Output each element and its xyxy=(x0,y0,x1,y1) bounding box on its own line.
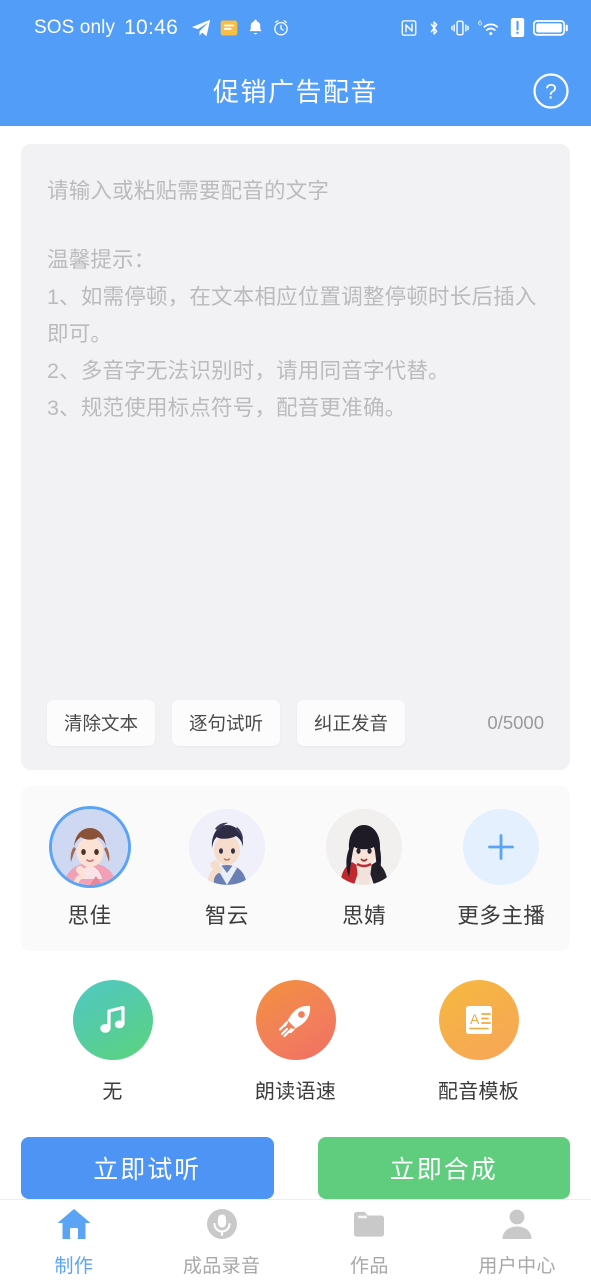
feature-row: 无 朗读语速 A 配音模板 xyxy=(21,980,570,1104)
plus-icon xyxy=(463,809,540,885)
alert-icon xyxy=(510,18,525,37)
editor-toolbar: 清除文本 逐句试听 纠正发音 0/5000 xyxy=(47,700,544,746)
avatar xyxy=(188,809,265,885)
svg-text:?: ? xyxy=(545,80,557,103)
bluetooth-icon xyxy=(426,18,442,38)
compose-button[interactable]: 立即合成 xyxy=(317,1137,570,1199)
fix-pronunciation-button[interactable]: 纠正发音 xyxy=(297,700,406,746)
nav-label: 作品 xyxy=(349,1256,389,1277)
character-counter: 0/5000 xyxy=(487,712,544,733)
speaker-item-sijing[interactable]: 思婧 xyxy=(305,809,423,930)
bell-icon xyxy=(246,18,265,37)
nav-item-create[interactable]: 制作 xyxy=(0,1204,148,1278)
editor-placeholder: 请输入或粘贴需要配音的文字 温馨提示： 1、如需停顿，在文本相应位置调整停顿时长… xyxy=(47,173,544,427)
placeholder-tip-3: 3、规范使用标点符号，配音更准确。 xyxy=(47,396,407,420)
sentence-preview-button[interactable]: 逐句试听 xyxy=(172,700,281,746)
placeholder-tip-1: 1、如需停顿，在文本相应位置调整停顿时长后插入即可。 xyxy=(47,285,537,346)
placeholder-tip-2: 2、多音字无法识别时，请用同音字代替。 xyxy=(47,359,450,383)
main-content: 请输入或粘贴需要配音的文字 温馨提示： 1、如需停顿，在文本相应位置调整停顿时长… xyxy=(0,126,591,1199)
battery-icon xyxy=(533,18,569,38)
mic-icon xyxy=(204,1204,240,1244)
person-icon xyxy=(499,1204,535,1244)
nav-item-recordings[interactable]: 成品录音 xyxy=(148,1204,296,1278)
feature-label: 朗读语速 xyxy=(254,1081,337,1103)
speaker-name: 更多主播 xyxy=(457,904,546,928)
feature-speech-rate[interactable]: 朗读语速 xyxy=(204,980,387,1104)
speaker-name: 思婧 xyxy=(342,904,387,928)
nfc-icon xyxy=(400,19,418,37)
message-icon xyxy=(219,18,239,38)
question-circle-icon[interactable]: ? xyxy=(532,72,570,110)
status-bar-right: 6 xyxy=(400,18,569,38)
feature-label: 配音模板 xyxy=(437,1081,520,1103)
nav-item-profile[interactable]: 用户中心 xyxy=(443,1204,591,1278)
status-bar: SOS only 10:46 6 xyxy=(0,0,591,55)
clear-text-button[interactable]: 清除文本 xyxy=(47,700,156,746)
feature-label: 无 xyxy=(102,1081,123,1103)
speaker-name: 智云 xyxy=(204,904,249,928)
home-icon xyxy=(55,1204,93,1244)
vibrate-icon xyxy=(450,18,470,38)
avatar xyxy=(51,809,128,885)
speaker-name: 思佳 xyxy=(67,904,112,928)
telegram-icon xyxy=(190,17,212,39)
app-header: 促销广告配音 ? xyxy=(0,55,591,126)
rocket-icon xyxy=(255,980,336,1060)
avatar xyxy=(326,809,403,885)
app-screen: SOS only 10:46 6 促销广告配音 ? 请输入或粘贴需要配音的文字 … xyxy=(0,0,591,1280)
status-bar-left: SOS only 10:46 xyxy=(34,16,290,40)
svg-text:6: 6 xyxy=(478,18,482,27)
nav-item-works[interactable]: 作品 xyxy=(296,1204,444,1278)
placeholder-tips-title: 温馨提示： xyxy=(47,248,156,272)
wifi6-icon: 6 xyxy=(478,18,502,38)
text-editor-card[interactable]: 请输入或粘贴需要配音的文字 温馨提示： 1、如需停顿，在文本相应位置调整停顿时长… xyxy=(21,144,570,770)
document-text-icon: A xyxy=(438,980,519,1060)
placeholder-line-1: 请输入或粘贴需要配音的文字 xyxy=(47,179,330,203)
nav-label: 制作 xyxy=(54,1256,94,1277)
music-note-icon xyxy=(72,980,153,1060)
speaker-item-zhiyun[interactable]: 智云 xyxy=(168,809,286,930)
feature-dubbing-template[interactable]: A 配音模板 xyxy=(387,980,570,1104)
svg-text:A: A xyxy=(470,1011,480,1027)
page-title: 促销广告配音 xyxy=(212,77,378,107)
folder-icon xyxy=(351,1204,387,1244)
nav-label: 成品录音 xyxy=(182,1256,261,1277)
clock-label: 10:46 xyxy=(124,15,179,39)
action-buttons: 立即试听 立即合成 xyxy=(21,1137,570,1199)
nav-label: 用户中心 xyxy=(478,1256,556,1277)
alarm-icon xyxy=(272,19,290,37)
speaker-selector: 思佳 智云 思婧 更多主播 xyxy=(21,786,570,951)
speaker-item-sijia[interactable]: 思佳 xyxy=(31,809,149,930)
carrier-label: SOS only xyxy=(34,16,116,38)
speaker-item-more[interactable]: 更多主播 xyxy=(442,809,560,930)
preview-button[interactable]: 立即试听 xyxy=(21,1137,274,1199)
bottom-navigation: 制作 成品录音 作品 用户中心 xyxy=(0,1199,591,1280)
feature-background-music[interactable]: 无 xyxy=(21,980,204,1104)
